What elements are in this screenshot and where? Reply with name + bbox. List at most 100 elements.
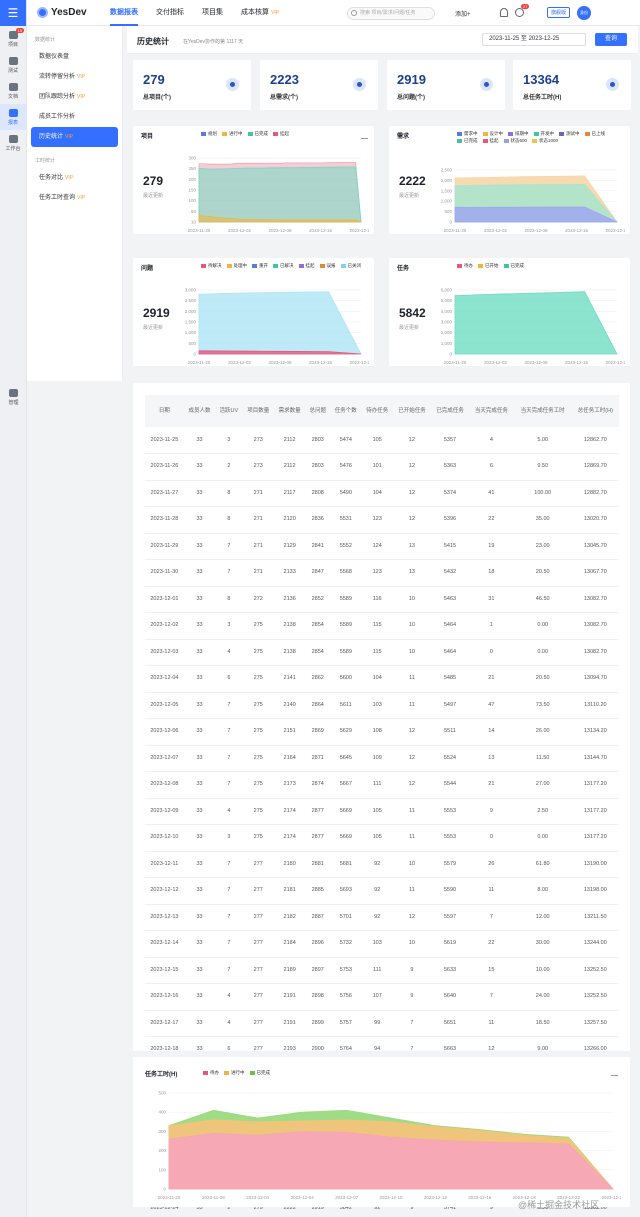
legend-item[interactable]: 待办: [203, 1069, 219, 1076]
edition-tag[interactable]: 旗舰版: [547, 7, 571, 18]
table-cell: 103: [361, 692, 393, 719]
table-cell: 5589: [330, 586, 362, 613]
rail-item-4[interactable]: 工作台: [0, 130, 26, 156]
table-row: 2023-12-13 33 7 277 2182 2887 5701 92 12 5597 7 12.…: [145, 904, 619, 931]
legend-item[interactable]: 待办: [457, 262, 473, 269]
table-cell: 35.00: [513, 506, 572, 534]
table-cell: 109: [361, 745, 393, 772]
download-icon[interactable]: [611, 1069, 618, 1076]
table-cell: 13: [392, 559, 431, 587]
table-cell: 2136: [273, 586, 306, 613]
table-cell: 104: [361, 665, 393, 693]
menu-toggle-icon[interactable]: ☰: [0, 0, 26, 26]
legend-label: 已完成: [464, 137, 478, 143]
legend-item[interactable]: 已完成: [457, 137, 478, 144]
table-cell: 13094.70: [571, 665, 619, 693]
table-cell: 5531: [330, 506, 362, 534]
table-cell: 5485: [430, 665, 470, 693]
legend-item[interactable]: 挂起: [482, 137, 499, 144]
sidebar-item-items2-1[interactable]: 任务工时查询 VIP: [27, 188, 122, 208]
nav-tab-2[interactable]: 项目集: [193, 0, 232, 26]
logo[interactable]: YesDev: [37, 7, 97, 18]
table-header-cell[interactable]: 待办任务: [361, 395, 393, 427]
legend-item[interactable]: 待解决: [201, 262, 222, 269]
legend-item[interactable]: 进行中: [222, 130, 243, 137]
table-cell: 11: [392, 665, 431, 693]
legend-item[interactable]: 状态600: [503, 137, 527, 144]
table-cell: 123: [361, 506, 393, 534]
table-header-cell[interactable]: 总问题: [305, 395, 331, 427]
legend-item[interactable]: 处理中: [226, 262, 247, 269]
nav-tab-3[interactable]: 成本核算 VIP: [232, 0, 288, 26]
clock-icon[interactable]: [515, 8, 524, 17]
rail-item-3[interactable]: 报表: [0, 104, 26, 130]
legend-item[interactable]: 已完成: [249, 1069, 270, 1076]
table-cell: 2862: [305, 665, 331, 693]
table-header-cell[interactable]: 活跃UV: [215, 395, 243, 427]
table-header-cell[interactable]: 总任务工时(H): [571, 395, 619, 427]
table-cell: 2803: [305, 453, 331, 481]
table-header-cell[interactable]: 任务个数: [330, 395, 362, 427]
legend-item[interactable]: 已完成: [503, 262, 525, 269]
table-header-cell[interactable]: 已开始任务: [392, 395, 431, 427]
table-header-cell[interactable]: 成员人数: [183, 395, 216, 427]
legend-item[interactable]: 已开始: [478, 262, 499, 269]
bell-icon[interactable]: [500, 8, 508, 17]
x-tick-label: 2023-12-16: [565, 228, 589, 233]
nav-tab-0[interactable]: 数据报表: [101, 0, 147, 26]
nav-tab-1[interactable]: 交付指标: [147, 0, 193, 26]
legend-item[interactable]: 状态1000: [532, 137, 558, 144]
legend-item[interactable]: 设计中: [482, 130, 503, 137]
table-cell: 4: [215, 1010, 243, 1037]
sidebar-item-items1-4[interactable]: 历史统计 VIP: [31, 127, 118, 147]
legend-label: 已关闭: [347, 262, 362, 268]
rail-item-0[interactable]: 项目 15: [0, 26, 26, 52]
table-cell: 5597: [430, 904, 470, 931]
rail-item-1[interactable]: 测试: [0, 52, 26, 78]
add-button[interactable]: 添加+: [455, 9, 471, 18]
legend-item[interactable]: 规划: [201, 130, 217, 137]
table-header-cell[interactable]: 已完成任务: [430, 395, 470, 427]
y-tick-label: 6,000: [441, 288, 453, 293]
query-button[interactable]: 查询: [595, 33, 627, 46]
table-header-cell[interactable]: 项目数量: [242, 395, 274, 427]
legend-item[interactable]: 已上线: [584, 130, 605, 137]
y-tick-label: 3,000: [441, 320, 453, 325]
chart-subtitle: 最近更新: [399, 325, 420, 331]
legend-item[interactable]: 进行中: [224, 1069, 245, 1076]
sidebar-item-items1-0[interactable]: 数据仪表盘: [27, 47, 122, 67]
x-tick-label: 2023-11-25: [188, 360, 211, 365]
legend-item[interactable]: 重开: [252, 262, 268, 269]
date-range-picker[interactable]: 2023-11-25 至 2023-12-25: [482, 33, 586, 46]
sidebar-item-items2-0[interactable]: 任务对比 VIP: [27, 168, 122, 188]
legend-item[interactable]: 已关闭: [340, 262, 362, 269]
search-input[interactable]: 搜索 项目/需求/问题/任务: [347, 7, 435, 20]
rail-item-2[interactable]: 文档: [0, 78, 26, 104]
table-cell: 104: [361, 480, 393, 507]
table-cell: 13045.70: [571, 533, 619, 560]
table-header-cell[interactable]: 当天完成任务工时: [513, 395, 572, 427]
table-cell: 5357: [430, 427, 470, 454]
sidebar-item-items1-2[interactable]: 团队跟踪分析 VIP: [27, 87, 122, 107]
legend-item[interactable]: 挂起: [273, 130, 289, 137]
legend-item[interactable]: 测试中: [559, 130, 580, 137]
table-cell: 92: [361, 904, 393, 931]
legend-item[interactable]: 排期中: [508, 130, 529, 137]
sidebar-item-items1-3[interactable]: 成员工作分析: [27, 107, 122, 127]
legend-label: 已完成: [510, 262, 525, 268]
legend-item[interactable]: 挂起: [298, 262, 315, 269]
legend-item[interactable]: 开发中: [533, 130, 554, 137]
legend-item[interactable]: 误报: [319, 262, 336, 269]
avatar[interactable]: 身份: [577, 6, 591, 20]
table-cell: 5415: [430, 533, 470, 560]
table-header-cell[interactable]: 当天完成任务: [469, 395, 514, 427]
legend-item[interactable]: 需求中: [457, 130, 478, 137]
legend-item[interactable]: 已解决: [273, 262, 294, 269]
sidebar-item-items1-1[interactable]: 流转停留分析 VIP: [27, 67, 122, 87]
table-header-cell[interactable]: 日期: [145, 395, 184, 427]
rail-item-manage[interactable]: 管理: [0, 384, 27, 410]
legend-item[interactable]: 已完成: [247, 130, 268, 137]
table-header-cell[interactable]: 需求数量: [273, 395, 306, 427]
sidebar-group-title: 工时统计: [35, 158, 56, 164]
download-icon[interactable]: [361, 132, 368, 139]
